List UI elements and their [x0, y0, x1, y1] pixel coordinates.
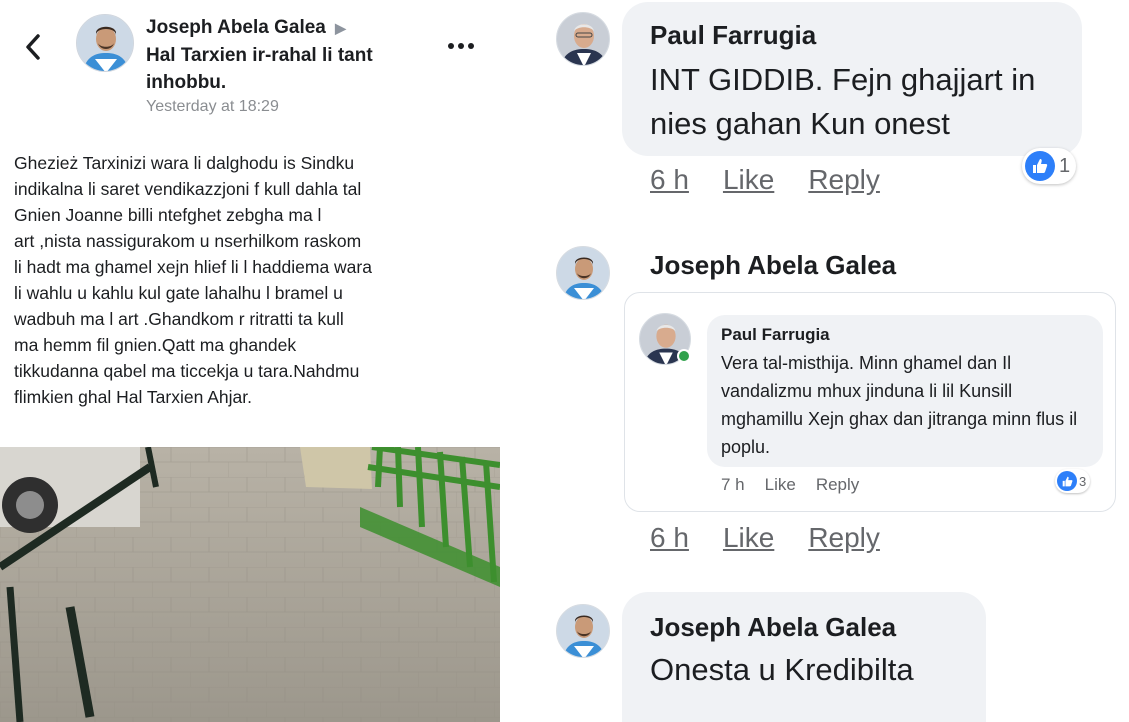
comment-time[interactable]: 6 h: [650, 522, 689, 554]
like-link[interactable]: Like: [723, 522, 774, 554]
comment-bubble: Joseph Abela Galea Onesta u Kredibilta: [622, 592, 986, 722]
comment-time[interactable]: 6 h: [650, 164, 689, 196]
post-header: Joseph Abela Galea ▶ Hal Tarxien ir-raha…: [146, 14, 436, 96]
comments-panel: Paul Farrugia INT GIDDIB. Fejn ghajjart …: [500, 0, 1129, 722]
comment-text: Onesta u Kredibilta: [650, 652, 914, 687]
like-link[interactable]: Like: [723, 164, 774, 196]
commenter-avatar[interactable]: [556, 246, 610, 300]
post-photo[interactable]: [0, 447, 500, 722]
quoted-comment-time[interactable]: 7 h: [721, 475, 745, 495]
commenter-name[interactable]: Joseph Abela Galea: [650, 250, 896, 281]
quoted-reply-link[interactable]: Reply: [816, 475, 859, 495]
avatar-portrait: [77, 15, 133, 71]
avatar-portrait: [557, 13, 609, 65]
paved-path-photo: [0, 447, 500, 722]
commenter-name[interactable]: Paul Farrugia: [650, 20, 816, 51]
comment-text: INT GIDDIB. Fejn ghajjart in nies gahan …: [650, 62, 1036, 141]
avatar-portrait: [557, 605, 609, 657]
quoted-reaction-count: 3: [1079, 473, 1087, 489]
author-avatar[interactable]: [76, 14, 134, 72]
reaction-count-badge[interactable]: 1: [1022, 148, 1077, 184]
quoted-reaction-count-badge[interactable]: 3: [1055, 469, 1091, 493]
post-panel: Joseph Abela Galea ▶ Hal Tarxien ir-raha…: [0, 0, 500, 722]
quoted-comment-text: Vera tal-misthija. Minn ghamel dan Il va…: [721, 353, 1078, 457]
quoted-commenter-name[interactable]: Paul Farrugia: [721, 325, 830, 345]
comment-actions: 6 h Like Reply: [650, 164, 880, 196]
group-arrow-icon: ▶: [335, 20, 346, 36]
post-timestamp[interactable]: Yesterday at 18:29: [146, 98, 279, 116]
commenter-name[interactable]: Joseph Abela Galea: [650, 612, 896, 643]
reply-link[interactable]: Reply: [808, 164, 880, 196]
reply-link[interactable]: Reply: [808, 522, 880, 554]
quoted-comment-actions: 7 h Like Reply: [721, 475, 859, 495]
comment-actions: 6 h Like Reply: [650, 522, 880, 554]
group-name[interactable]: Hal Tarxien ir-rahal li tant inhobbu.: [146, 45, 373, 93]
quoted-comment-card[interactable]: Paul Farrugia Vera tal-misthija. Minn gh…: [624, 292, 1116, 512]
reaction-count: 1: [1059, 154, 1071, 177]
like-reaction-icon: [1057, 471, 1077, 491]
back-arrow-icon: [26, 34, 40, 60]
back-button[interactable]: [18, 30, 48, 64]
quoted-like-link[interactable]: Like: [765, 475, 796, 495]
commenter-avatar[interactable]: [556, 604, 610, 658]
comment-bubble: Paul Farrugia INT GIDDIB. Fejn ghajjart …: [622, 2, 1082, 156]
more-options-button[interactable]: [444, 36, 478, 56]
author-name[interactable]: Joseph Abela Galea: [146, 17, 326, 38]
like-reaction-icon: [1025, 151, 1055, 181]
quoted-comment-bubble: Paul Farrugia Vera tal-misthija. Minn gh…: [707, 315, 1103, 467]
commenter-avatar[interactable]: [556, 12, 610, 66]
more-options-icon: [448, 43, 474, 49]
avatar-portrait: [557, 247, 609, 299]
online-status-indicator: [677, 349, 691, 363]
post-text: Ghezież Tarxinizi wara li dalghodu is Si…: [14, 153, 372, 407]
